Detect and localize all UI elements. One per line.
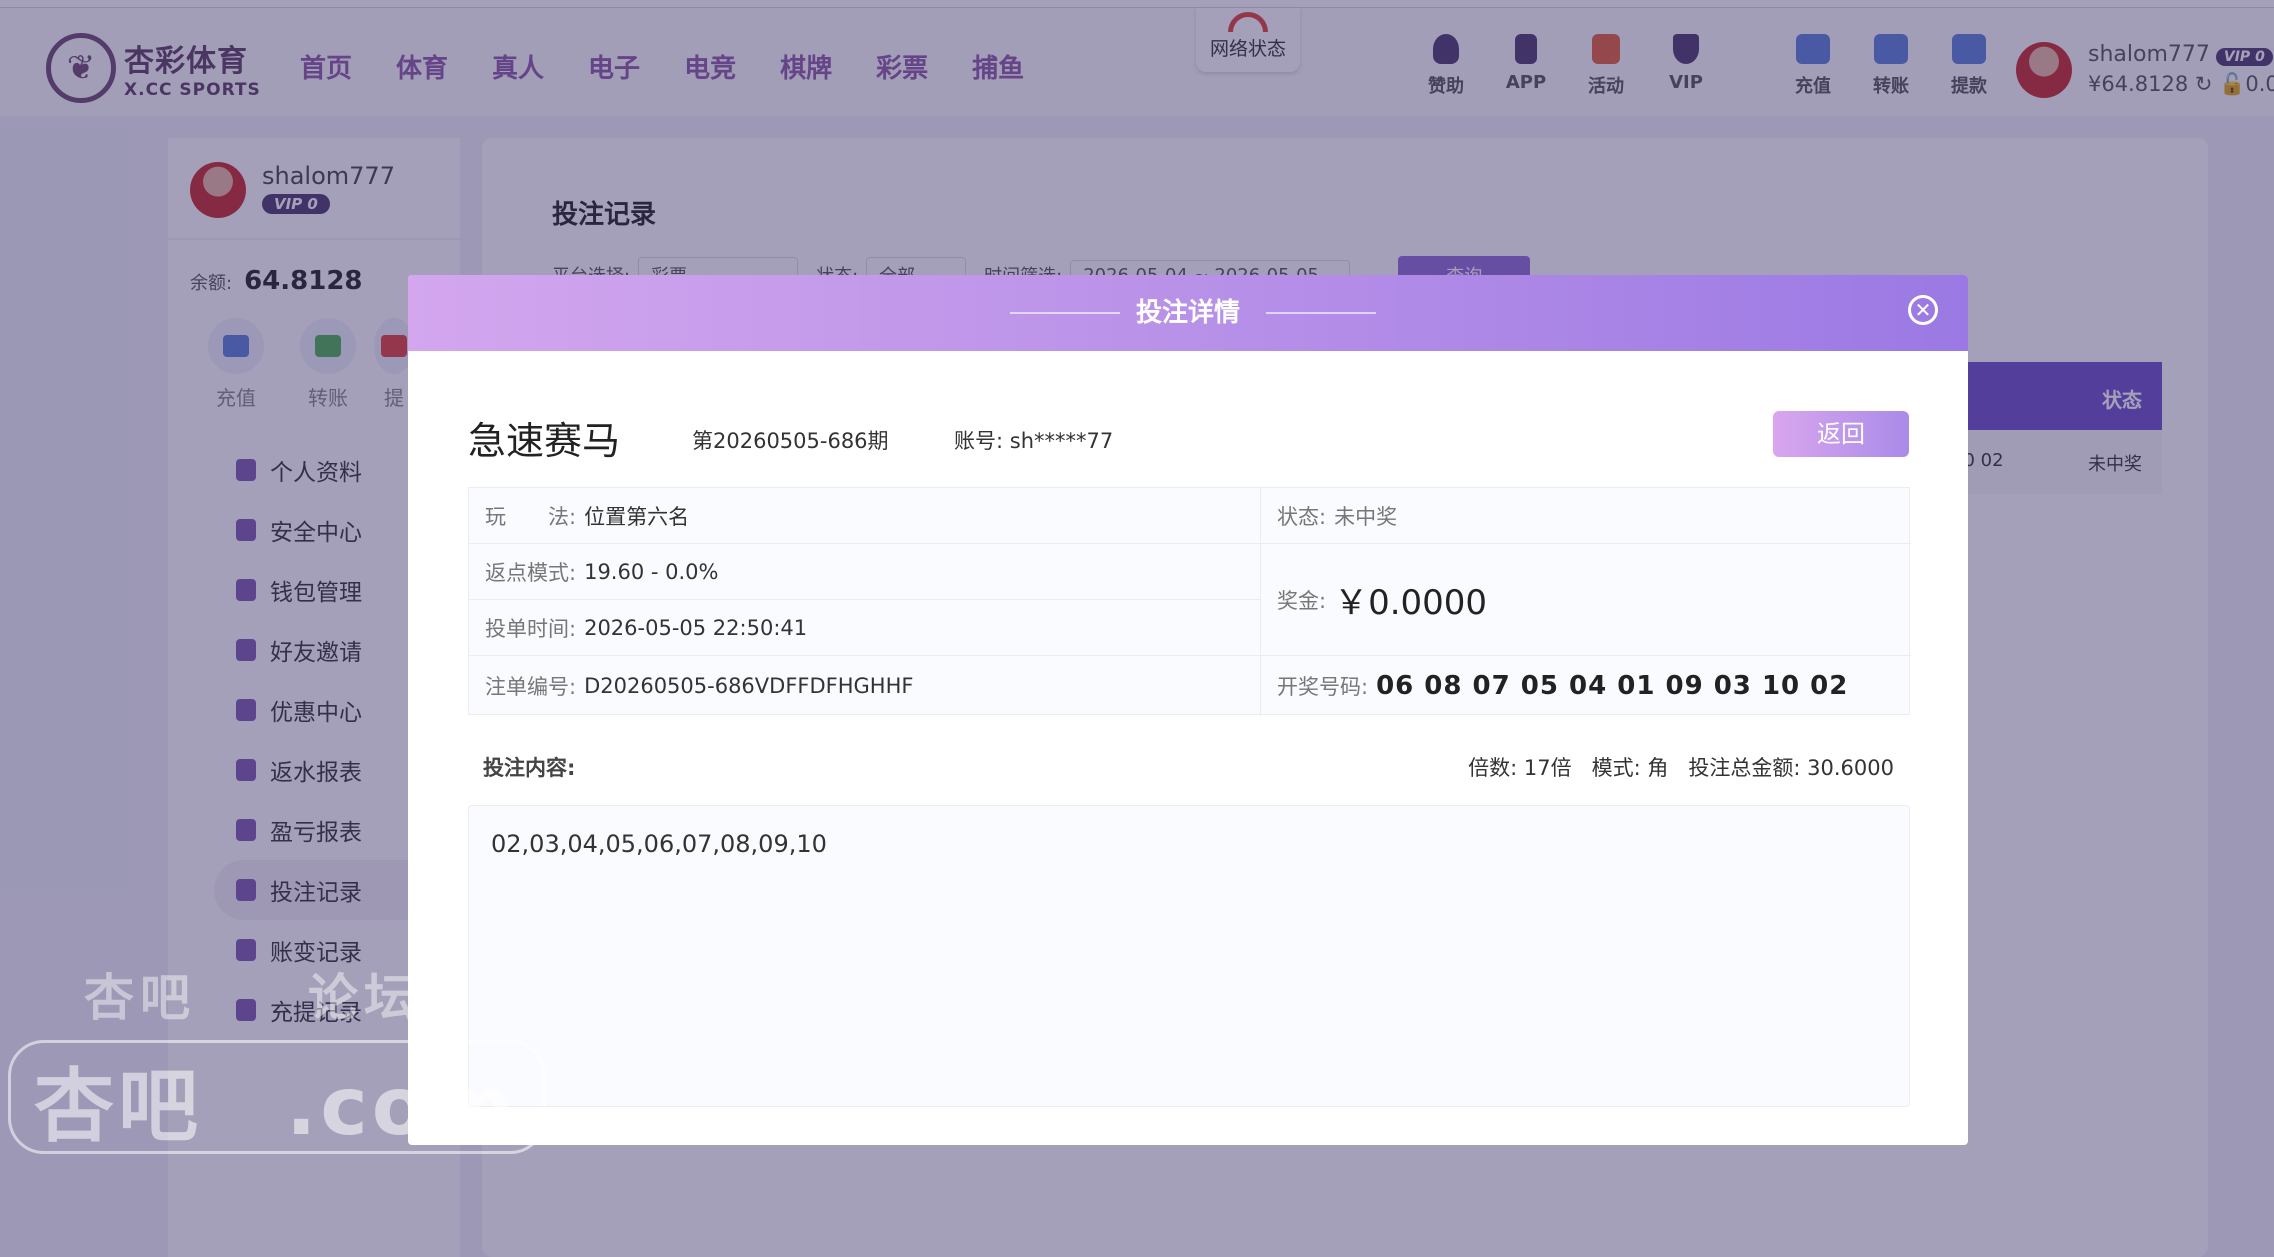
total-amount: 投注总金额: 30.6000 bbox=[1688, 756, 1894, 780]
status-value: 未中奖 bbox=[1334, 504, 1398, 529]
close-icon[interactable]: ✕ bbox=[1908, 295, 1938, 325]
bet-content-meta: 倍数: 17倍 模式: 角 投注总金额: 30.6000 bbox=[1468, 752, 1894, 782]
status-row: 状态: 未中奖 bbox=[1261, 488, 1911, 544]
draw-numbers: 06 08 07 05 04 01 09 03 10 02 bbox=[1376, 671, 1849, 701]
mode: 模式: 角 bbox=[1591, 756, 1669, 780]
prize-value: ￥0.0000 bbox=[1334, 583, 1488, 623]
rebate-row: 返点模式: 19.60 - 0.0% bbox=[469, 544, 1261, 600]
play-type-row: 玩 法: 位置第六名 bbox=[469, 488, 1261, 544]
modal-header: 投注详情 ✕ bbox=[408, 275, 1968, 351]
bet-time-value: 2026-05-05 22:50:41 bbox=[584, 615, 808, 640]
order-id-value: D20260505-686VDFFDFHGHHF bbox=[584, 674, 914, 698]
issue-number: 第20260505-686期 bbox=[692, 429, 889, 453]
bet-content-label: 投注内容: bbox=[483, 756, 576, 780]
modal-title: 投注详情 bbox=[1135, 298, 1240, 328]
game-name: 急速赛马 bbox=[468, 419, 621, 463]
multiplier: 倍数: 17倍 bbox=[1468, 756, 1572, 780]
bet-content-text: 02,03,04,05,06,07,08,09,10 bbox=[491, 830, 827, 858]
order-row: 注单编号: D20260505-686VDFFDFHGHHF bbox=[469, 656, 1261, 716]
rebate-value: 19.60 - 0.0% bbox=[584, 559, 719, 584]
back-button[interactable]: 返回 bbox=[1773, 411, 1909, 457]
prize-row: 奖金: ￥0.0000 bbox=[1261, 544, 1911, 656]
bet-info-grid: 玩 法: 位置第六名 状态: 未中奖 返点模式: 19.60 - 0.0% 投单时间:… bbox=[468, 487, 1911, 716]
bet-time-row: 投单时间: 2026-05-05 22:50:41 bbox=[469, 600, 1261, 656]
account-id: 账号: sh*****77 bbox=[954, 429, 1114, 453]
draw-row: 开奖号码: 06 08 07 05 04 01 09 03 10 02 bbox=[1277, 671, 1849, 701]
bet-content-box: 02,03,04,05,06,07,08,09,10 bbox=[468, 805, 1910, 1107]
bet-detail-modal: 投注详情 ✕ 急速赛马 第20260505-686期 账号: sh*****77… bbox=[408, 275, 1968, 1145]
play-type-value: 位置第六名 bbox=[584, 504, 690, 529]
